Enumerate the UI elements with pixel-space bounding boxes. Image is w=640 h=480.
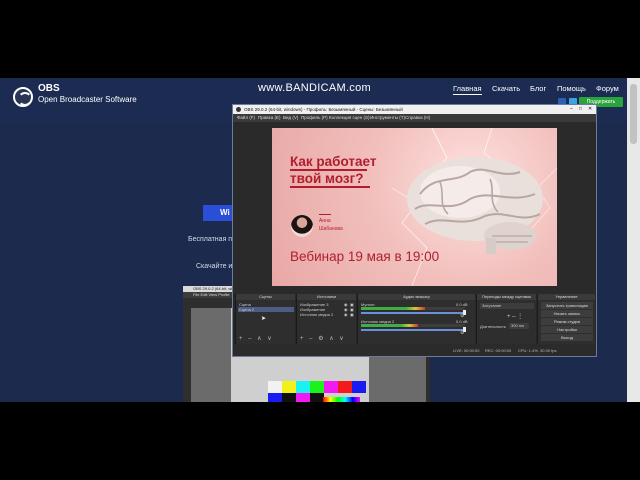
duration-input[interactable]: 300 ms — [509, 323, 529, 329]
obs-app-icon — [236, 107, 241, 112]
transitions-header: Переходы между сценами — [477, 294, 536, 300]
obs-statusbar: LIVE: 00:00:00 REC: 00:00:00 CPU: 1.4%, … — [233, 344, 596, 356]
title-underline-2 — [290, 186, 370, 188]
nav-blog[interactable]: Блог — [530, 84, 546, 93]
obs-preview[interactable]: Как работает твой мозг? Анна Шабанова Ве… — [233, 122, 596, 294]
maximize-icon[interactable]: □ — [579, 106, 582, 112]
volume-slider[interactable] — [361, 327, 466, 332]
mouse-cursor-icon: ➤ — [261, 316, 267, 322]
obs-docks: Сцены Сцена Сцена 2 ➤ + – ∧ ∨ Источники … — [233, 294, 596, 344]
nav-home[interactable]: Главная — [453, 84, 482, 95]
menu-scene-collection[interactable]: Коллекция сцен (S) — [329, 115, 370, 120]
menu-help[interactable]: Справка (H) — [405, 115, 430, 120]
rec-time: REC: 00:00:00 — [485, 348, 512, 353]
source-tools[interactable]: + – ⚙ ∧ ∨ — [300, 335, 346, 342]
sources-header: Источники — [297, 294, 356, 300]
cpu-usage: CPU: 1.4%, 30.00 fps — [518, 348, 557, 353]
lock-icon[interactable]: ▣ — [350, 312, 354, 317]
bottom-black-strip — [0, 402, 640, 480]
settings-button[interactable]: Настройки — [541, 326, 593, 333]
minimize-icon[interactable]: – — [570, 106, 573, 112]
menu-tools[interactable]: Инструменты (T) — [370, 115, 405, 120]
menu-view[interactable]: Вид (V) — [283, 115, 298, 120]
menu-edit[interactable]: Правка (E) — [258, 115, 280, 120]
nav-forum[interactable]: Форум — [596, 84, 619, 93]
controls-header: Управление — [538, 294, 595, 300]
meter-fill — [361, 307, 426, 310]
webinar-slide: Как работает твой мозг? Анна Шабанова Ве… — [272, 128, 557, 286]
volume-meter — [361, 307, 465, 310]
webinar-date: Вебинар 19 мая в 19:00 — [290, 249, 440, 264]
menu-file[interactable]: Файл (F) — [237, 115, 255, 120]
speaker-rule — [319, 214, 331, 215]
exit-button[interactable]: Выход — [541, 334, 593, 341]
scenes-header: Сцены — [236, 294, 295, 300]
mixer-header: Аудио микшер — [358, 294, 475, 300]
obs-window: OBS 29.0.2 (64-bit, windows) - Профиль: … — [232, 104, 597, 357]
transitions-dock: Переходы между сценами Затухание + – ⋮ Д… — [476, 294, 536, 344]
logo-title[interactable]: OBS — [38, 83, 60, 94]
speaker-avatar — [291, 215, 313, 237]
live-time: LIVE: 00:00:00 — [453, 348, 480, 353]
meter-fill — [361, 324, 419, 327]
speaker-first-name: Анна — [319, 218, 331, 224]
controls-dock: Управление Запустить трансляцию Начать з… — [537, 294, 595, 344]
obs-titlebar[interactable]: OBS 29.0.2 (64-bit, windows) - Профиль: … — [233, 105, 596, 114]
screen: OBS Open Broadcaster Software www.BANDIC… — [0, 0, 640, 480]
nav-help[interactable]: Помощь — [557, 84, 586, 93]
close-icon[interactable]: ✕ — [588, 106, 592, 112]
scene-tools[interactable]: + – ∧ ∨ — [239, 335, 274, 342]
scenes-dock: Сцены Сцена Сцена 2 ➤ + – ∧ ∨ — [235, 294, 295, 344]
obs-title: OBS 29.0.2 (64-bit, windows) - Профиль: … — [244, 107, 403, 112]
menu-profile[interactable]: Профиль (P) — [301, 115, 328, 120]
volume-slider[interactable] — [361, 310, 466, 315]
sources-dock: Источники Изображение 3 Изображение Исто… — [296, 294, 356, 344]
transition-tools[interactable]: + – ⋮ — [507, 313, 523, 320]
logo-subtitle: Open Broadcaster Software — [38, 95, 137, 104]
brain-image — [407, 157, 543, 254]
nav-download[interactable]: Скачать — [492, 84, 520, 93]
eye-icon[interactable]: ◉ — [344, 312, 348, 317]
browser-scrollbar[interactable] — [627, 78, 640, 402]
scene-item[interactable]: Сцена 2 — [239, 307, 254, 312]
audio-mixer-dock: Аудио микшер Мульти 0.0 dB ⚙ Источник ме… — [357, 294, 475, 344]
scroll-thumb[interactable] — [630, 84, 637, 144]
slide-title-line2: твой мозг? — [290, 171, 364, 186]
studio-mode-button[interactable]: Режим студии — [541, 318, 593, 325]
volume-meter — [361, 324, 465, 327]
obs-logo-icon[interactable] — [13, 87, 33, 107]
source-item[interactable]: Источник медиа 2 — [300, 312, 333, 317]
hero-subtext: Скачайте и — [196, 263, 233, 270]
transition-select[interactable]: Затухание — [480, 303, 534, 309]
top-black-strip — [0, 0, 640, 78]
bandicam-watermark: www.BANDICAM.com — [258, 82, 371, 94]
start-streaming-button[interactable]: Запустить трансляцию — [541, 302, 593, 309]
speaker-last-name: Шабанова — [319, 226, 343, 232]
duration-label: Длительность — [480, 324, 506, 329]
obs-menubar: Файл (F) Правка (E) Вид (V) Профиль (P) … — [233, 114, 596, 122]
gear-icon[interactable]: ⚙ — [460, 330, 464, 336]
slide-title-line1: Как работает — [290, 154, 377, 169]
start-recording-button[interactable]: Начать запись — [541, 310, 593, 317]
